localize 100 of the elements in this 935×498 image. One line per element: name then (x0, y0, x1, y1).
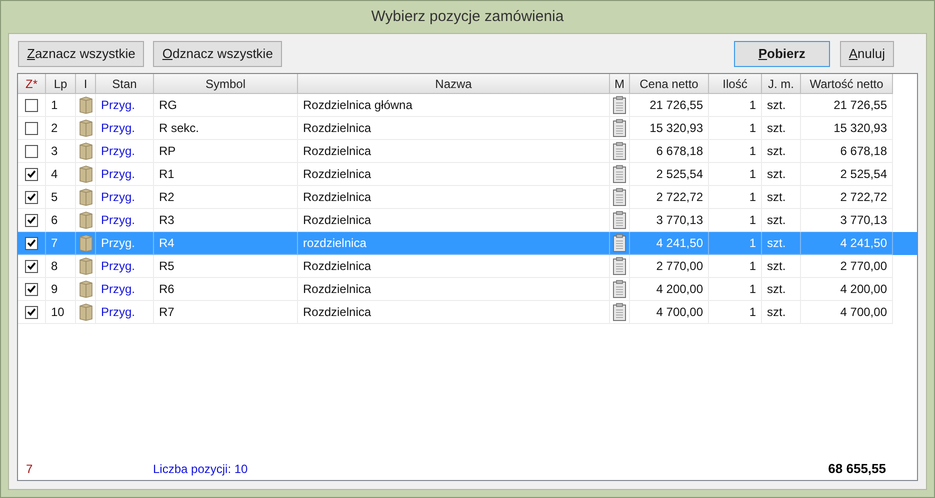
table-cell-text: 1 (749, 212, 756, 229)
table-cell-text: R sekc. (159, 120, 200, 137)
dialog-button[interactable]: Odznacz wszystkie (153, 41, 282, 67)
package-icon (78, 280, 92, 298)
checkbox[interactable] (25, 306, 38, 318)
package-icon (78, 165, 92, 183)
table-cell-text: Rozdzielnica (303, 304, 372, 321)
checkbox[interactable] (25, 122, 38, 134)
table-cell-text: 2 770,00 (656, 258, 703, 275)
checkmark-icon (27, 262, 36, 270)
clipboard-icon[interactable] (613, 211, 626, 229)
checkbox[interactable] (25, 236, 38, 250)
table-cell-text: 4 (51, 166, 58, 183)
table-cell-text: szt. (767, 143, 786, 160)
table-cell-text: 2 722,72 (840, 189, 887, 206)
clipboard-icon[interactable] (613, 303, 626, 321)
positions-count: Liczba pozycji: 10 (153, 462, 248, 476)
table-cell-text: Rozdzielnica (303, 258, 372, 275)
table-cell-text: Rozdzielnica (303, 166, 372, 183)
table-cell-text: 1 (749, 304, 756, 321)
clipboard-icon[interactable] (613, 234, 626, 252)
column-header[interactable]: Cena netto (630, 74, 709, 94)
checkmark-icon (27, 308, 36, 316)
package-icon (78, 257, 92, 275)
table-cell-text: Rozdzielnica (303, 189, 372, 206)
checkbox[interactable] (25, 214, 38, 226)
table-cell-text: 1 (749, 97, 756, 114)
table-cell-text: szt. (767, 304, 786, 321)
checkbox[interactable] (25, 144, 38, 158)
table-cell-text: szt. (767, 281, 786, 298)
table-cell-text: 1 (749, 189, 756, 206)
table-cell-text: Przyg. (101, 143, 136, 160)
dialog-button[interactable]: Anuluj (840, 41, 894, 67)
table-cell-text: 2 (51, 120, 58, 137)
checkmark-icon (27, 285, 36, 293)
column-header[interactable]: I (76, 74, 96, 94)
table-cell-text: 3 770,13 (840, 212, 887, 229)
table-cell-text: Rozdzielnica (303, 281, 372, 298)
column-header[interactable]: Symbol (154, 74, 298, 94)
package-icon (78, 119, 92, 137)
package-icon (78, 211, 92, 229)
package-icon (78, 303, 92, 321)
table-cell-text: R3 (159, 212, 174, 229)
clipboard-icon[interactable] (613, 188, 626, 206)
checkbox[interactable] (25, 260, 38, 272)
clipboard-icon[interactable] (613, 280, 626, 298)
dialog-button[interactable]: Pobierz (734, 41, 830, 67)
table-cell-text: Rozdzielnica główna (303, 97, 412, 114)
column-header[interactable]: Z* (18, 74, 46, 94)
table-cell-text: 10 (51, 304, 64, 321)
table-cell-text: 2 525,54 (840, 166, 887, 183)
table-cell-text: szt. (767, 212, 786, 229)
table-cell-text: 1 (749, 166, 756, 183)
clipboard-icon[interactable] (613, 257, 626, 275)
table-cell-text: 3 (51, 143, 58, 160)
table-cell-text: 2 722,72 (656, 189, 703, 206)
column-header[interactable]: Ilość (709, 74, 762, 94)
table-cell-text: 1 (749, 143, 756, 160)
column-header[interactable]: Lp (46, 74, 76, 94)
table-cell-text: szt. (767, 189, 786, 206)
checkbox[interactable] (25, 190, 38, 204)
total-value: 68 655,55 (828, 461, 886, 476)
table-cell-text: 2 525,54 (656, 166, 703, 183)
table-cell-text: szt. (767, 166, 786, 183)
column-header[interactable]: J. m. (762, 74, 801, 94)
table-cell-text: 1 (749, 281, 756, 298)
table-cell-text: szt. (767, 120, 786, 137)
table-cell-text: R7 (159, 304, 174, 321)
table-cell-text: RP (159, 143, 176, 160)
checkmark-icon (27, 239, 36, 247)
table-cell-text: 7 (51, 235, 58, 252)
checkbox[interactable] (25, 282, 38, 296)
table-cell-text: Przyg. (101, 97, 136, 114)
column-header[interactable]: M (610, 74, 630, 94)
table-cell-text: 4 700,00 (656, 304, 703, 321)
package-icon (78, 142, 92, 160)
clipboard-icon[interactable] (613, 165, 626, 183)
table-cell-text: 21 726,55 (650, 97, 703, 114)
table-cell-text: Przyg. (101, 189, 136, 206)
checkbox[interactable] (25, 98, 38, 112)
table-cell-text: R4 (159, 235, 174, 252)
table-cell-text: 8 (51, 258, 58, 275)
checkmark-icon (27, 216, 36, 224)
checked-count: 7 (26, 462, 33, 476)
dialog-button[interactable]: Zaznacz wszystkie (18, 41, 144, 67)
table-cell-text: 3 770,13 (656, 212, 703, 229)
checkmark-icon (27, 193, 36, 201)
column-header[interactable]: Nazwa (298, 74, 610, 94)
table-cell-text: 9 (51, 281, 58, 298)
table-cell-text: 5 (51, 189, 58, 206)
clipboard-icon[interactable] (613, 142, 626, 160)
table-cell-text: Przyg. (101, 212, 136, 229)
table-cell-text: 6 (51, 212, 58, 229)
column-header[interactable]: Stan (96, 74, 154, 94)
clipboard-icon[interactable] (613, 96, 626, 114)
table-cell-text: szt. (767, 97, 786, 114)
checkbox[interactable] (25, 168, 38, 180)
table-cell-text: 2 770,00 (840, 258, 887, 275)
column-header[interactable]: Wartość netto (801, 74, 893, 94)
clipboard-icon[interactable] (613, 119, 626, 137)
